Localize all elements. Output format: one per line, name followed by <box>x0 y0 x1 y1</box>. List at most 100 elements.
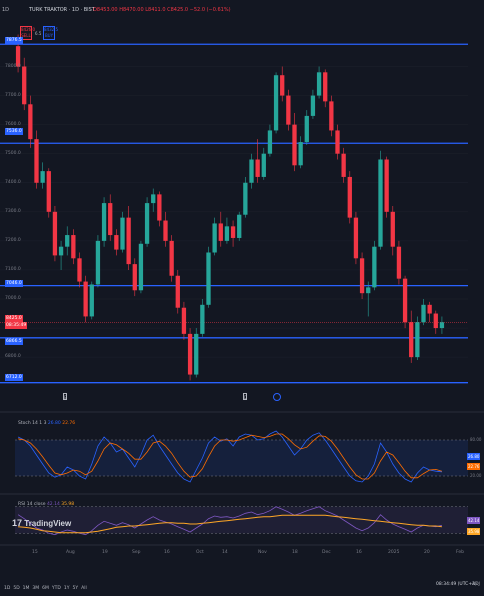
candle-body <box>409 322 414 358</box>
candle-body <box>353 217 359 259</box>
candle-body <box>347 176 352 218</box>
candle-body <box>175 275 180 308</box>
range-buttons: 1D 5D 1M 3M 6M YTD 1Y 5Y All <box>4 582 90 591</box>
price-axis-label: 7200.0 <box>5 237 21 243</box>
candle-body <box>230 226 236 238</box>
range-button-1m[interactable]: 1M <box>23 586 30 591</box>
candle-body <box>52 211 58 256</box>
candle-body <box>439 322 445 329</box>
dividend-marker[interactable]: D <box>243 393 247 400</box>
candle-body <box>415 322 420 358</box>
candle-body <box>144 203 150 244</box>
candle-body <box>101 203 107 241</box>
indicator-value-tag: 35.98 <box>467 528 481 535</box>
candle-body <box>163 220 168 241</box>
candle-body <box>427 304 432 314</box>
candle-body <box>421 304 426 323</box>
candle-body <box>83 281 88 317</box>
price-axis-label: 7600.0 <box>5 121 21 127</box>
price-axis-label: 7700.0 <box>5 92 21 98</box>
candle-body <box>335 130 340 154</box>
tradingview-logo: 17 TradingView <box>12 518 71 528</box>
candle-body <box>310 95 316 116</box>
stoch-d-value: 22.76 <box>62 421 76 426</box>
indicator-value-tag: 22.76 <box>467 463 481 470</box>
candle-body <box>366 287 371 294</box>
price-axis-label: 7100.0 <box>5 266 21 272</box>
grid <box>0 66 468 358</box>
candle-body <box>261 153 266 177</box>
price-tag: 7876.5 <box>5 37 23 44</box>
price-axis-label: 7500.0 <box>5 150 21 156</box>
rsi-band <box>15 506 468 534</box>
stoch-title: Stoch 14 1 3 <box>18 421 47 426</box>
candle-body <box>22 66 27 105</box>
candle-body <box>323 72 328 102</box>
candle-body <box>77 258 82 282</box>
range-button-1y[interactable]: 1Y <box>64 586 70 591</box>
stoch-k-value: 26.80 <box>47 421 61 426</box>
time-axis-label: 19 <box>102 550 108 555</box>
candle-body <box>71 235 76 259</box>
time-axis-label: 14 <box>222 550 228 555</box>
candle-body <box>138 243 144 291</box>
price-axis-label: 7800.0 <box>5 63 21 69</box>
candle-body <box>200 304 205 334</box>
indicator-value-tag: 26.80 <box>467 453 481 460</box>
candle-body <box>65 235 70 247</box>
range-button-5d[interactable]: 5D <box>13 586 19 591</box>
clock[interactable]: 08:34:49 (UTC+3) <box>436 582 477 587</box>
time-axis-label: 18 <box>292 550 298 555</box>
candle-body <box>108 203 113 236</box>
range-button-5y[interactable]: 5Y <box>73 586 79 591</box>
earnings-marker[interactable]: E <box>63 393 67 400</box>
candle-body <box>151 194 156 204</box>
time-axis-label: Nov <box>258 550 267 555</box>
candle-body <box>378 159 383 247</box>
candle-body <box>390 211 395 247</box>
candle-body <box>329 101 334 131</box>
adj-toggle[interactable]: ADJ <box>472 582 480 587</box>
range-button-3m[interactable]: 3M <box>32 586 39 591</box>
candle-body <box>194 333 199 375</box>
candle-body <box>341 153 346 177</box>
range-button-all[interactable]: All <box>81 586 87 591</box>
tv-logo-text: TradingView <box>24 519 72 528</box>
candle-body <box>292 124 297 166</box>
candle-body <box>157 194 162 221</box>
candle-body <box>402 278 408 323</box>
candle-body <box>280 75 285 96</box>
price-tag: 8425.0 <box>5 315 23 322</box>
range-button-ytd[interactable]: YTD <box>52 586 61 591</box>
candle-body <box>316 72 322 96</box>
time-axis-label: 15 <box>32 550 38 555</box>
tv-logo-icon: 17 <box>12 518 23 528</box>
candle-body <box>298 142 303 166</box>
price-axis-label: 7300.0 <box>5 208 21 214</box>
stoch-legend[interactable]: Stoch 14 1 3 26.80 22.76 <box>18 421 75 426</box>
candle-body <box>169 240 174 276</box>
candle-body <box>34 139 39 183</box>
candle-body <box>273 75 279 131</box>
price-axis-label: 7400.0 <box>5 179 21 185</box>
candle-body <box>304 115 309 143</box>
candle-body <box>218 223 223 241</box>
bottom-toolbar: 1D 5D 1M 3M 6M YTD 1Y 5Y All 08:34:49 (UTC+3) AD… <box>0 578 484 596</box>
range-button-1d[interactable]: 1D <box>4 586 10 591</box>
time-axis-label: Sep <box>132 550 141 555</box>
rsi-legend[interactable]: RSI 14 close 42.14 35.98 <box>18 502 74 507</box>
event-icon[interactable] <box>273 393 281 401</box>
candle-body <box>89 284 94 317</box>
candle-body <box>243 182 248 215</box>
price-tag: 7536.0 <box>5 128 23 135</box>
candle-body <box>286 95 291 125</box>
time-axis-label: Oct <box>196 550 204 555</box>
price-tag: 6866.5 <box>5 338 23 345</box>
candle-body <box>132 264 137 291</box>
candle-body <box>181 307 187 334</box>
range-button-6m[interactable]: 6M <box>42 586 49 591</box>
stoch-axis-label: 20.00 <box>470 473 482 478</box>
candle-body <box>187 333 193 375</box>
candle-body <box>120 217 125 250</box>
candle-body <box>384 159 389 212</box>
